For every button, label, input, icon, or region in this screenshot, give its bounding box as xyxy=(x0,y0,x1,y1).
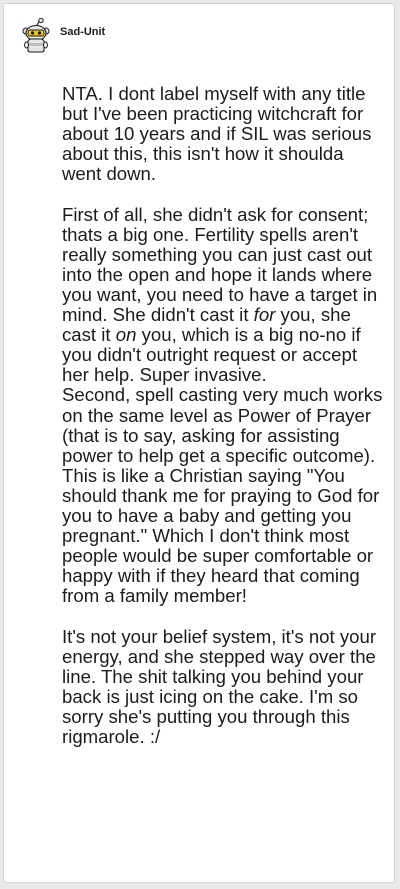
snoo-avatar-icon[interactable] xyxy=(20,17,52,54)
paragraph-text: Second, spell casting very much works on… xyxy=(62,384,383,607)
paragraph-text: It's not your belief system, it's not yo… xyxy=(62,625,377,747)
comment-paragraph: NTA. I dont label myself with any title … xyxy=(62,83,384,185)
comment-paragraph: It's not your belief system, it's not yo… xyxy=(62,625,384,748)
emphasis-text: on xyxy=(115,324,137,346)
comment-paragraph: Second, spell casting very much works on… xyxy=(62,385,384,606)
emphasis-text: for xyxy=(253,304,276,326)
comment-header: Sad-Unit xyxy=(20,17,105,54)
comment-body: NTA. I dont label myself with any title … xyxy=(62,83,384,748)
comment-paragraph: First of all, she didn't ask for consent… xyxy=(62,204,384,386)
paragraph-text: NTA. I dont label myself with any title … xyxy=(62,83,372,185)
comment-card: Sad-Unit NTA. I dont label myself with a… xyxy=(3,3,395,883)
comment-author[interactable]: Sad-Unit xyxy=(60,26,105,38)
